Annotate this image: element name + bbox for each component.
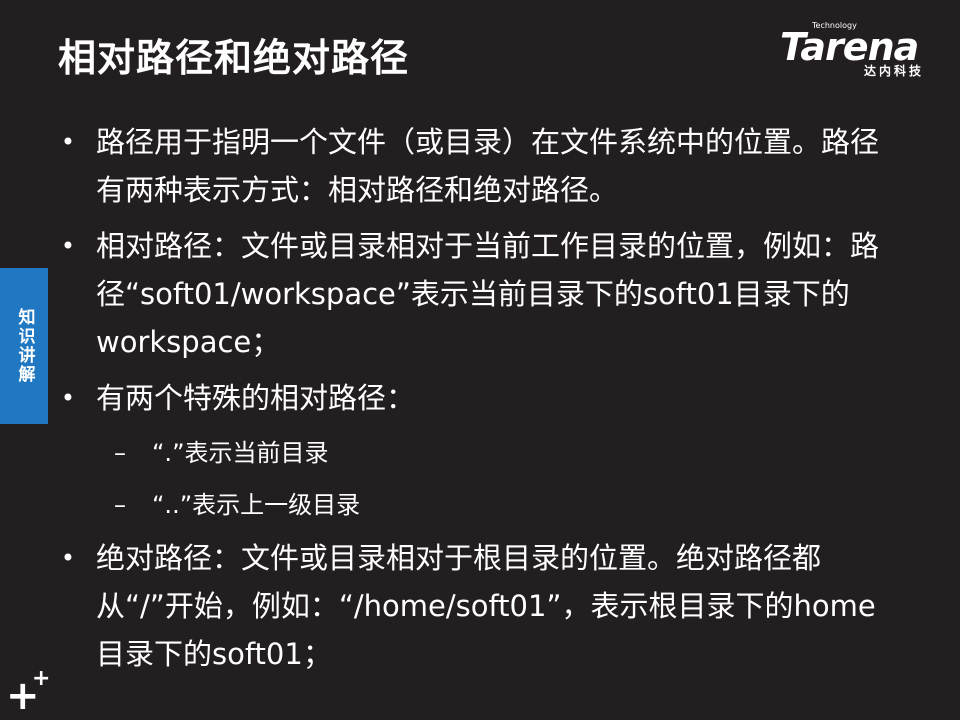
- sub-bullet-text: “.”表示当前目录: [152, 439, 329, 467]
- bullet-text: 相对路径：文件或目录相对于当前工作目录的位置，例如：路径“soft01/work…: [96, 229, 880, 359]
- logo-brand: Tarena: [780, 25, 919, 69]
- sub-bullet-item: – “..”表示上一级目录: [110, 482, 893, 528]
- plus-small-icon: +: [32, 666, 51, 691]
- bullet-item: • 相对路径：文件或目录相对于当前工作目录的位置，例如：路径“soft01/wo…: [58, 222, 893, 366]
- tarena-logo: Technology Tarena 达内科技: [780, 22, 948, 84]
- bullet-icon: •: [60, 544, 76, 572]
- sub-bullet-text: “..”表示上一级目录: [152, 491, 361, 519]
- knowledge-tab: 知识讲解: [0, 268, 48, 424]
- bullet-text: 路径用于指明一个文件（或目录）在文件系统中的位置。路径有两种表示方式：相对路径和…: [96, 125, 880, 207]
- bullet-list: • 路径用于指明一个文件（或目录）在文件系统中的位置。路径有两种表示方式：相对路…: [58, 118, 893, 686]
- bullet-icon: •: [60, 128, 76, 156]
- knowledge-tab-label: 知识讲解: [14, 308, 35, 384]
- sub-bullet-item: – “.”表示当前目录: [110, 430, 893, 476]
- dash-icon: –: [114, 491, 126, 519]
- slide: 相对路径和绝对路径 Technology Tarena 达内科技 知识讲解 • …: [0, 0, 960, 720]
- dash-icon: –: [114, 439, 126, 467]
- bullet-item: • 路径用于指明一个文件（或目录）在文件系统中的位置。路径有两种表示方式：相对路…: [58, 118, 893, 214]
- slide-title: 相对路径和绝对路径: [58, 36, 410, 80]
- plus-mark-icon: + +: [6, 666, 54, 717]
- bullet-icon: •: [60, 384, 76, 412]
- logo-cn: 达内科技: [864, 64, 925, 78]
- bullet-item: • 有两个特殊的相对路径：: [58, 374, 893, 422]
- bullet-text: 有两个特殊的相对路径：: [96, 381, 416, 415]
- bullet-item: • 绝对路径：文件或目录相对于根目录的位置。绝对路径都从“/”开始，例如：“/h…: [58, 534, 893, 678]
- bullet-text: 绝对路径：文件或目录相对于根目录的位置。绝对路径都从“/”开始，例如：“/hom…: [96, 541, 876, 671]
- bullet-icon: •: [60, 232, 76, 260]
